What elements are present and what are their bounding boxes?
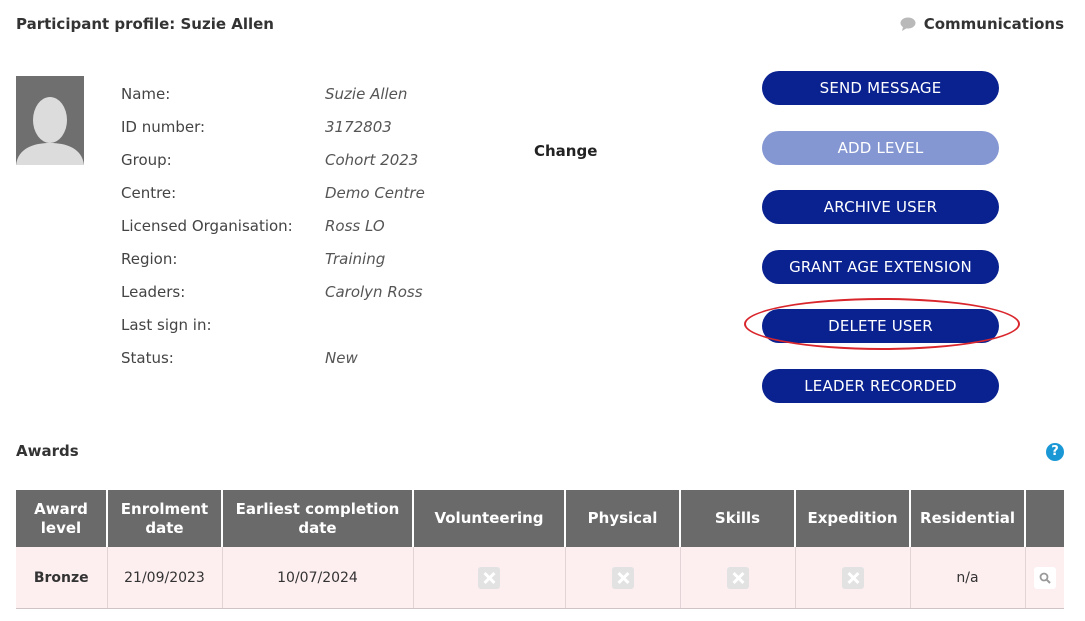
detail-label: Region:: [121, 249, 178, 268]
add-level-button[interactable]: ADD LEVEL: [762, 130, 999, 165]
detail-value: New: [325, 348, 358, 367]
awards-table: Award level Enrolment date Earliest comp…: [16, 490, 1064, 609]
detail-row-group: Group: Cohort 2023: [121, 143, 481, 176]
awards-heading: Awards: [16, 442, 79, 460]
awards-header-row: Award level Enrolment date Earliest comp…: [16, 490, 1064, 547]
enrolment-date-cell: 21/09/2023: [107, 547, 223, 609]
detail-value: Suzie Allen: [325, 84, 408, 103]
send-message-button[interactable]: SEND MESSAGE: [762, 71, 999, 105]
detail-value: Carolyn Ross: [325, 282, 423, 301]
detail-value: Training: [325, 249, 386, 268]
communications-label: Communications: [923, 15, 1064, 33]
column-header-physical: Physical: [565, 490, 681, 547]
expedition-cell: [795, 547, 911, 609]
detail-row-centre: Centre: Demo Centre: [121, 176, 481, 209]
detail-label: Status:: [121, 348, 174, 367]
detail-label: Group:: [121, 150, 172, 169]
avatar: [16, 76, 84, 165]
page-title: Participant profile: Suzie Allen: [16, 15, 274, 33]
column-header-award-level: Award level: [16, 490, 108, 547]
detail-row-leaders: Leaders: Carolyn Ross: [121, 275, 481, 308]
table-row: Bronze 21/09/2023 10/07/2024 n/a: [16, 547, 1064, 609]
detail-label: Licensed Organisation:: [121, 216, 293, 235]
column-header-skills: Skills: [680, 490, 796, 547]
detail-value: Cohort 2023: [325, 150, 419, 169]
not-complete-icon: [841, 566, 864, 589]
not-complete-icon: [726, 566, 749, 589]
detail-label: Leaders:: [121, 282, 186, 301]
detail-value: Demo Centre: [325, 183, 425, 202]
volunteering-cell: [413, 547, 566, 609]
detail-row-name: Name: Suzie Allen: [121, 77, 481, 110]
physical-cell: [565, 547, 681, 609]
detail-row-region: Region: Training: [121, 242, 481, 275]
award-level-cell: Bronze: [16, 547, 108, 609]
not-complete-icon: [611, 566, 634, 589]
view-cell: [1025, 547, 1064, 609]
question-circle-icon[interactable]: ?: [1046, 443, 1064, 461]
skills-cell: [680, 547, 796, 609]
detail-row-licensed-organisation: Licensed Organisation: Ross LO: [121, 209, 481, 242]
detail-label: ID number:: [121, 117, 206, 136]
speech-bubble-icon: [900, 17, 916, 31]
column-header-volunteering: Volunteering: [413, 490, 566, 547]
detail-row-status: Status: New: [121, 341, 481, 374]
change-group-link[interactable]: Change: [534, 142, 597, 160]
detail-value: Ross LO: [325, 216, 385, 235]
delete-user-button[interactable]: DELETE USER: [762, 309, 999, 344]
detail-value: 3172803: [325, 117, 392, 136]
communications-link[interactable]: Communications: [900, 15, 1064, 33]
magnifier-icon: [1039, 572, 1051, 584]
grant-age-extension-button[interactable]: GRANT AGE EXTENSION: [762, 249, 999, 284]
participant-details: Name: Suzie Allen ID number: 3172803 Gro…: [121, 77, 481, 374]
detail-label: Last sign in:: [121, 315, 212, 334]
not-complete-icon: [478, 566, 500, 589]
archive-user-button[interactable]: ARCHIVE USER: [762, 190, 999, 225]
view-award-button[interactable]: [1033, 566, 1056, 589]
detail-label: Name:: [121, 84, 171, 103]
leader-recorded-button[interactable]: LEADER RECORDED: [762, 368, 999, 403]
default-avatar-icon: [16, 76, 84, 165]
column-header-residential: Residential: [910, 490, 1026, 547]
action-buttons: SEND MESSAGE ADD LEVEL ARCHIVE USER GRAN…: [762, 71, 999, 429]
earliest-completion-cell: 10/07/2024: [222, 547, 414, 609]
detail-label: Centre:: [121, 183, 177, 202]
residential-cell: n/a: [910, 547, 1026, 609]
column-header-expedition: Expedition: [795, 490, 911, 547]
column-header-enrolment-date: Enrolment date: [107, 490, 223, 547]
column-header-earliest-completion-date: Earliest completion date: [222, 490, 414, 547]
detail-row-last-sign-in: Last sign in:: [121, 308, 481, 341]
column-header-actions: [1025, 490, 1064, 547]
detail-row-id-number: ID number: 3172803: [121, 110, 481, 143]
